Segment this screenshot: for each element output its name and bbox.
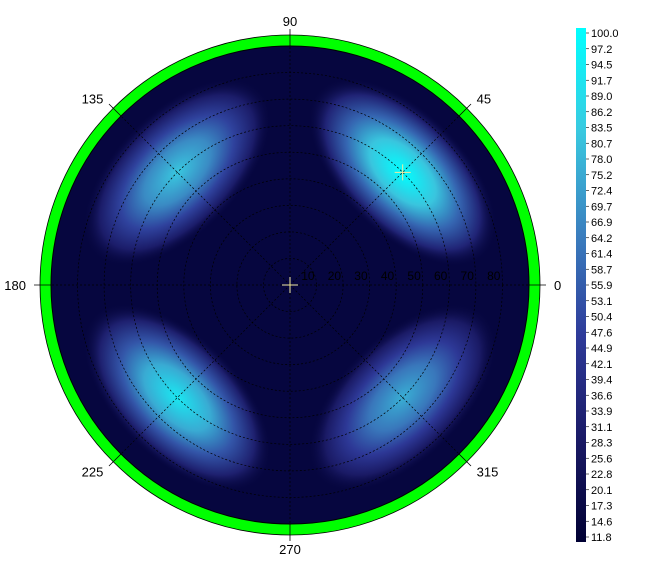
radial-tick-label: 20 [328,269,342,283]
colorbar-label: 25.6 [591,453,612,465]
colorbar-label: 72.4 [591,186,612,198]
radial-tick-label: 80 [487,269,501,283]
colorbar-label: 53.1 [591,296,612,308]
colorbar-label: 47.6 [591,327,612,339]
radial-tick-label: 10 [301,269,315,283]
colorbar-label: 69.7 [591,201,612,213]
angle-label: 0 [554,278,561,293]
colorbar-label: 61.4 [591,249,612,261]
colorbar-label: 42.1 [591,359,612,371]
colorbar-label: 55.9 [591,280,612,292]
colorbar-label: 100.0 [591,28,619,40]
colorbar-label: 80.7 [591,138,612,150]
angle-label: 90 [283,14,297,29]
polar-heatmap-chart: 10 20 30 40 50 60 70 80 0 45 90 135 180 225 270 315 10… [0,0,650,575]
colorbar-label: 44.9 [591,343,612,355]
angle-label: 180 [4,278,26,293]
angle-label: 225 [82,465,104,480]
colorbar-label: 14.6 [591,516,612,528]
colorbar-label: 64.2 [591,233,612,245]
colorbar-gradient [576,28,586,542]
colorbar-label: 36.6 [591,390,612,402]
colorbar-label: 75.2 [591,170,612,182]
angle-label: 45 [477,91,491,106]
colorbar-label: 28.3 [591,438,612,450]
colorbar-label: 17.3 [591,501,612,513]
colorbar-label: 11.8 [591,532,612,544]
colorbar-label: 58.7 [591,264,612,276]
colorbar-label: 89.0 [591,91,612,103]
colorbar-label: 91.7 [591,75,612,87]
angle-label: 270 [279,542,301,557]
colorbar-label: 20.1 [591,485,612,497]
colorbar-label: 50.4 [591,312,612,324]
angle-label: 315 [477,465,499,480]
colorbar-label: 31.1 [591,422,612,434]
colorbar-label: 22.8 [591,469,612,481]
colorbar-label: 33.9 [591,406,612,418]
chart-svg: 10 20 30 40 50 60 70 80 0 45 90 135 180 225 270 315 10… [4,14,619,557]
colorbar: 100.0 97.2 94.5 91.7 89.0 86.2 83.5 80.7 78.0 75.… [576,28,619,544]
angle-label: 135 [82,91,104,106]
radial-tick-label: 60 [434,269,448,283]
colorbar-label: 39.4 [591,375,612,387]
colorbar-label: 94.5 [591,60,612,72]
colorbar-label: 66.9 [591,217,612,229]
colorbar-label: 83.5 [591,123,612,135]
radial-tick-label: 30 [354,269,368,283]
radial-tick-label: 50 [407,269,421,283]
radial-tick-label: 70 [461,269,475,283]
colorbar-label: 97.2 [591,44,612,56]
colorbar-label: 78.0 [591,154,612,166]
radial-tick-label: 40 [381,269,395,283]
colorbar-label: 86.2 [591,107,612,119]
